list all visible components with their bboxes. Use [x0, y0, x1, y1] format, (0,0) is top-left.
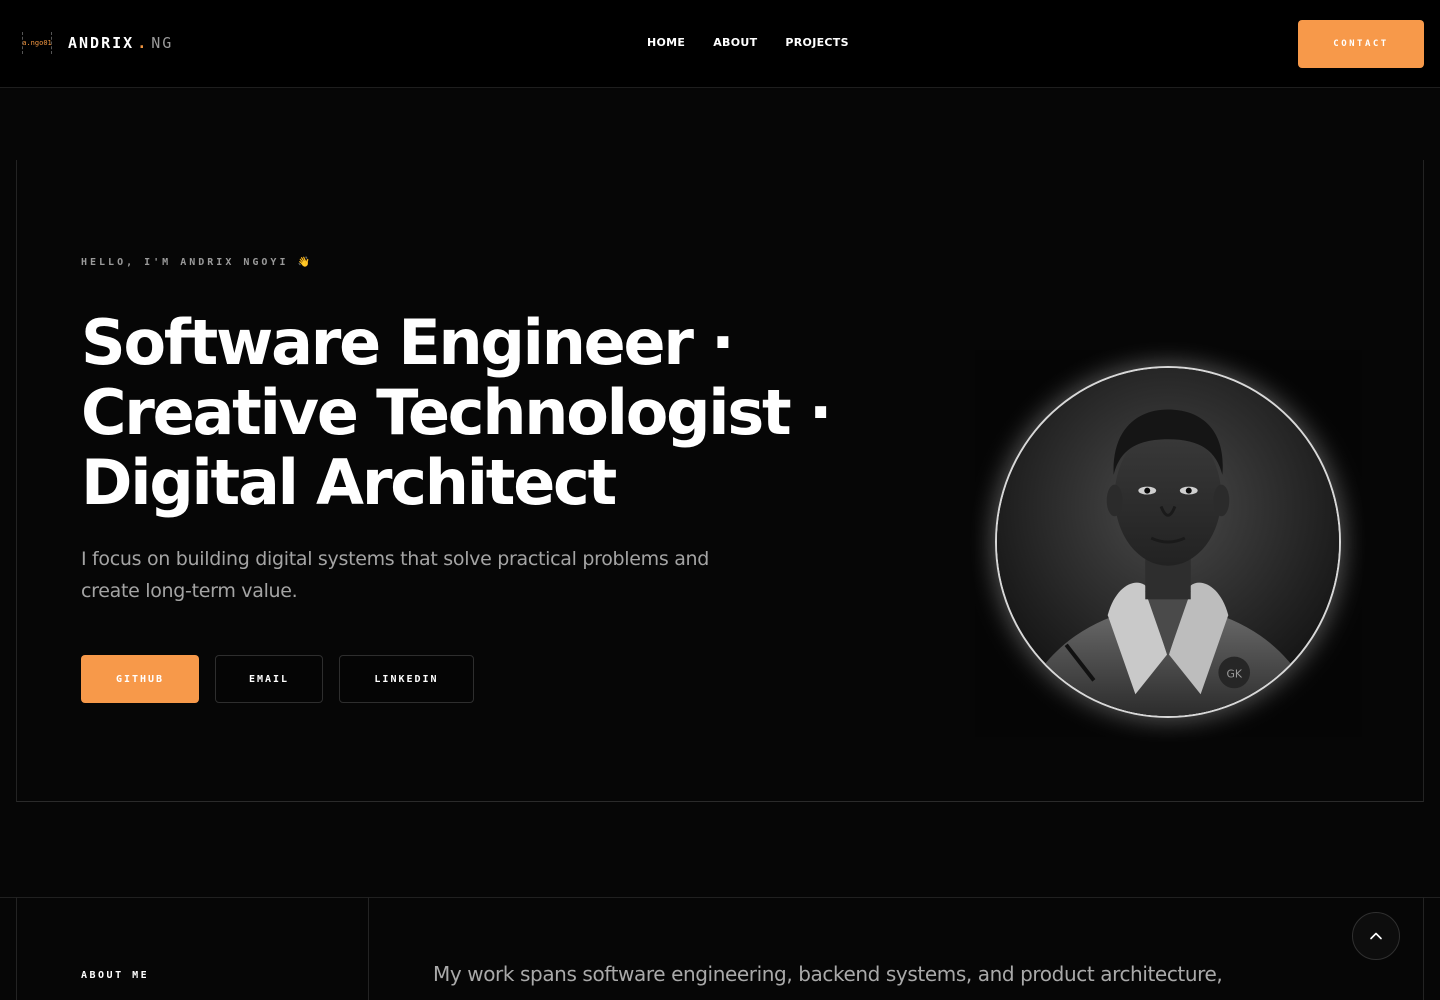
- brand-name: ANDRIX: [68, 34, 135, 52]
- headline-line-3: Digital Architect: [81, 446, 617, 519]
- top-navbar: a.ngo01 ANDRIX . NG HOME ABOUT PROJECTS …: [0, 0, 1440, 88]
- headline-line-1: Software Engineer ·: [81, 306, 735, 379]
- scroll-to-top-button[interactable]: [1352, 912, 1400, 960]
- about-column-divider: [368, 897, 369, 1000]
- nav-link-home[interactable]: HOME: [647, 36, 685, 49]
- portrait-illustration-icon: GK: [997, 368, 1339, 716]
- brand-logo[interactable]: a.ngo01 ANDRIX . NG: [22, 32, 173, 54]
- main-nav: HOME ABOUT PROJECTS: [647, 36, 849, 49]
- hero-headline: Software Engineer · Creative Technologis…: [81, 308, 901, 518]
- chevron-up-icon: [1370, 932, 1382, 940]
- github-button[interactable]: GITHUB: [81, 655, 199, 703]
- hero-eyebrow: HELLO, I'M ANDRIX NGOYI 👋: [81, 257, 313, 268]
- contact-button[interactable]: CONTACT: [1298, 20, 1424, 68]
- about-text: My work spans software engineering, back…: [433, 962, 1223, 986]
- nav-link-projects[interactable]: PROJECTS: [785, 36, 848, 49]
- nav-link-about[interactable]: ABOUT: [713, 36, 757, 49]
- hero-cta-group: GITHUB EMAIL LINKEDIN: [81, 655, 474, 703]
- profile-photo: GK: [995, 366, 1341, 718]
- linkedin-button[interactable]: LINKEDIN: [339, 655, 474, 703]
- about-label: ABOUT ME: [81, 970, 150, 981]
- svg-text:GK: GK: [1226, 667, 1242, 680]
- logo-mark-icon: a.ngo01: [22, 32, 52, 54]
- brand-dot: .: [137, 34, 149, 52]
- brand-suffix: NG: [151, 34, 174, 52]
- hero-subtext: I focus on building digital systems that…: [81, 548, 710, 602]
- portrait-frame: GK: [975, 350, 1362, 737]
- brand-wordmark: ANDRIX . NG: [68, 34, 173, 52]
- headline-line-2: Creative Technologist ·: [81, 376, 832, 449]
- email-button[interactable]: EMAIL: [215, 655, 323, 703]
